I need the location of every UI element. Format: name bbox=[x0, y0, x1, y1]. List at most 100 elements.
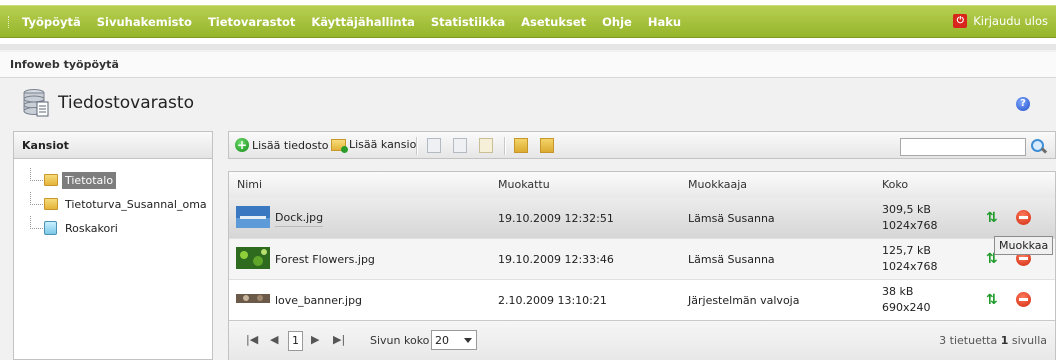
nav-haku[interactable]: Haku bbox=[648, 15, 681, 29]
nav-tyopoyta[interactable]: Työpöytä bbox=[22, 15, 81, 29]
files-panel: + Lisää tiedosto Lisää kansio Nimi Muoka… bbox=[228, 131, 1056, 360]
nav-sivuhakemisto[interactable]: Sivuhakemisto bbox=[97, 15, 192, 29]
column-name[interactable]: Nimi bbox=[237, 178, 262, 191]
help-icon[interactable]: ? bbox=[1016, 97, 1030, 111]
image-thumbnail bbox=[236, 288, 270, 310]
edit-tooltip: Muokkaa bbox=[994, 236, 1054, 255]
file-modified: 2.10.2009 13:10:21 bbox=[498, 294, 607, 307]
folder-icon bbox=[44, 198, 58, 210]
prev-page-button[interactable]: ◀ bbox=[270, 333, 278, 346]
file-editor: Lämsä Susanna bbox=[688, 212, 775, 225]
nav-ohje[interactable]: Ohje bbox=[602, 15, 632, 29]
file-dimensions: 1024x768 bbox=[882, 260, 938, 273]
logout-button[interactable]: ⏻ Kirjaudu ulos bbox=[953, 14, 1048, 28]
page-size-select[interactable]: 20 bbox=[431, 330, 477, 350]
pager-info: 3 tietuetta 1 sivulla bbox=[939, 334, 1047, 347]
add-icon: + bbox=[235, 138, 249, 152]
breadcrumb: Infoweb työpöytä bbox=[0, 52, 1056, 78]
page-size-label: Sivun koko bbox=[370, 334, 430, 347]
grid-pager: |◀ ◀ 1 ▶ ▶| Sivun koko 20 3 tietuetta 1 … bbox=[229, 320, 1055, 360]
file-grid: Nimi Muokattu Muokkaaja Koko Dock.jpg 19… bbox=[228, 171, 1056, 360]
file-modified: 19.10.2009 12:32:51 bbox=[498, 212, 614, 225]
file-editor: Järjestelmän valvoja bbox=[688, 294, 800, 307]
tree-line bbox=[30, 216, 43, 229]
tree-item-label: Tietotalo bbox=[62, 171, 117, 189]
pager-text2: sivulla bbox=[1011, 334, 1047, 347]
pager-text1: tietuetta bbox=[949, 334, 998, 347]
file-name[interactable]: Forest Flowers.jpg bbox=[275, 253, 375, 266]
tree-item-label: Tietoturva_Susannal_oma bbox=[65, 197, 207, 211]
page-header: Tiedostovarasto bbox=[22, 88, 194, 118]
column-modified[interactable]: Muokattu bbox=[498, 178, 550, 191]
main-menu-bar: Työpöytä Sivuhakemisto Tietovarastot Käy… bbox=[0, 5, 1056, 38]
nav-statistiikka[interactable]: Statistiikka bbox=[431, 15, 505, 29]
recycle-bin-icon bbox=[44, 221, 57, 235]
file-name[interactable]: Dock.jpg bbox=[275, 211, 324, 227]
database-icon bbox=[23, 89, 49, 117]
file-dimensions: 1024x768 bbox=[882, 219, 938, 232]
file-size: 38 kB bbox=[882, 285, 914, 298]
folder-icon bbox=[44, 174, 58, 186]
nav-kayttajahallinta[interactable]: Käyttäjähallinta bbox=[311, 15, 415, 29]
menu-grip bbox=[8, 16, 12, 28]
file-toolbar: + Lisää tiedosto Lisää kansio bbox=[228, 131, 1056, 159]
tree-line bbox=[30, 192, 43, 205]
top-navigation: Työpöytä Sivuhakemisto Tietovarastot Käy… bbox=[0, 0, 1056, 44]
table-row[interactable]: Dock.jpg 19.10.2009 12:32:51 Lämsä Susan… bbox=[229, 198, 1055, 239]
toolbar-separator bbox=[504, 137, 506, 155]
paste-icon[interactable] bbox=[479, 138, 493, 153]
image-thumbnail bbox=[236, 247, 270, 269]
move-folder-icon[interactable] bbox=[514, 138, 528, 153]
add-file-label: Lisää tiedosto bbox=[252, 138, 329, 152]
column-editor[interactable]: Muokkaaja bbox=[688, 178, 747, 191]
add-folder-button[interactable]: Lisää kansio bbox=[331, 138, 417, 153]
file-dimensions: 690x240 bbox=[882, 301, 931, 314]
search-input[interactable] bbox=[900, 138, 1026, 156]
folder-tree: Tietotalo Tietoturva_Susannal_oma Roskak… bbox=[24, 168, 210, 240]
nav-tietovarastot[interactable]: Tietovarastot bbox=[208, 15, 295, 29]
folders-title: Kansiot bbox=[22, 139, 69, 152]
table-row[interactable]: love_banner.jpg 2.10.2009 13:10:21 Järje… bbox=[229, 280, 1055, 321]
current-page-button[interactable]: 1 bbox=[288, 331, 303, 351]
page-size-value: 20 bbox=[435, 334, 449, 347]
table-row[interactable]: Forest Flowers.jpg 19.10.2009 12:33:46 L… bbox=[229, 239, 1055, 280]
breadcrumb-label: Infoweb työpöytä bbox=[10, 58, 119, 71]
tree-item-tietotalo[interactable]: Tietotalo bbox=[24, 168, 210, 192]
search-icon[interactable] bbox=[1031, 139, 1048, 155]
pager-pages: 1 bbox=[1000, 334, 1009, 347]
next-page-button[interactable]: ▶ bbox=[311, 333, 319, 346]
refresh-icon[interactable]: ⇅ bbox=[986, 211, 1000, 225]
file-editor: Lämsä Susanna bbox=[688, 253, 775, 266]
refresh-icon[interactable]: ⇅ bbox=[986, 293, 1000, 307]
file-size: 309,5 kB bbox=[882, 203, 931, 216]
add-folder-label: Lisää kansio bbox=[349, 138, 417, 151]
tree-item-roskakori[interactable]: Roskakori bbox=[24, 216, 210, 240]
first-page-button[interactable]: |◀ bbox=[246, 333, 258, 346]
nav-asetukset[interactable]: Asetukset bbox=[521, 15, 586, 29]
tree-item-tietoturva[interactable]: Tietoturva_Susannal_oma bbox=[24, 192, 210, 216]
delete-icon[interactable] bbox=[1016, 292, 1031, 307]
toolbar-separator bbox=[416, 137, 418, 155]
column-size[interactable]: Koko bbox=[882, 178, 908, 191]
delete-icon[interactable] bbox=[1016, 210, 1031, 225]
tree-line bbox=[30, 168, 43, 181]
last-page-button[interactable]: ▶| bbox=[333, 333, 345, 346]
add-file-button[interactable]: + Lisää tiedosto bbox=[235, 138, 329, 152]
page-title: Tiedostovarasto bbox=[58, 93, 194, 113]
file-modified: 19.10.2009 12:33:46 bbox=[498, 253, 614, 266]
cut-icon[interactable] bbox=[427, 138, 441, 153]
tree-item-label: Roskakori bbox=[65, 221, 118, 235]
power-icon: ⏻ bbox=[953, 14, 968, 28]
handle bbox=[1040, 147, 1048, 154]
folders-panel: Kansiot Tietotalo Tietoturva_Susannal_om… bbox=[13, 131, 213, 360]
new-folder-icon bbox=[331, 138, 348, 153]
folders-header: Kansiot bbox=[14, 132, 212, 159]
main-menu: Työpöytä Sivuhakemisto Tietovarastot Käy… bbox=[22, 15, 697, 29]
image-thumbnail bbox=[236, 206, 270, 228]
download-icon[interactable] bbox=[540, 138, 554, 153]
page-top-strip bbox=[0, 44, 1056, 50]
chevron-down-icon bbox=[464, 338, 472, 343]
file-name[interactable]: love_banner.jpg bbox=[275, 294, 362, 307]
file-size: 125,7 kB bbox=[882, 244, 931, 257]
copy-icon[interactable] bbox=[453, 138, 467, 153]
